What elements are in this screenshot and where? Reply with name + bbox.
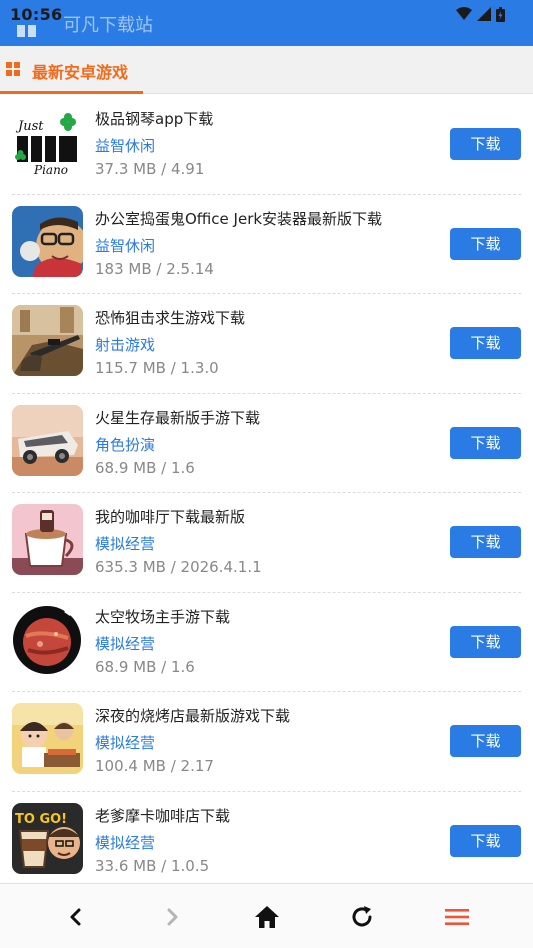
- item-category[interactable]: 模拟经营: [95, 832, 155, 853]
- bbq-shop-app-icon: [12, 703, 83, 774]
- section-underline: [0, 91, 143, 94]
- item-meta: 635.3 MB / 2026.4.1.1: [95, 558, 262, 576]
- app-list: Just Piano 极品钢琴app下载 益智休闲 37.3 MB / 4.91…: [0, 95, 533, 891]
- download-button[interactable]: 下载: [450, 625, 521, 658]
- item-meta: 37.3 MB / 4.91: [95, 160, 205, 178]
- mars-rover-app-icon: [12, 404, 83, 476]
- list-item[interactable]: 恐怖狙击求生游戏下载 射击游戏 115.7 MB / 1.3.0 下载: [0, 294, 533, 394]
- svg-text:TO GO!: TO GO!: [15, 812, 67, 827]
- list-item[interactable]: TO GO! 老爹摩卡咖啡店下载 模拟经营 33.6 MB / 1.0.5 下载: [0, 792, 533, 892]
- svg-text:Just: Just: [15, 119, 44, 134]
- forward-icon[interactable]: [157, 902, 187, 932]
- bottom-nav: [0, 883, 533, 948]
- status-time: 10:56: [10, 5, 63, 24]
- item-meta: 68.9 MB / 1.6: [95, 458, 195, 477]
- item-meta: 33.6 MB / 1.0.5: [95, 856, 210, 875]
- site-home-icon[interactable]: [16, 24, 38, 38]
- planet-app-icon: [12, 603, 83, 675]
- item-category[interactable]: 模拟经营: [95, 732, 155, 753]
- svg-text:Piano: Piano: [33, 163, 68, 177]
- item-title[interactable]: 恐怖狙击求生游戏下载: [95, 307, 245, 328]
- download-button[interactable]: 下载: [450, 725, 521, 757]
- piano-app-icon: Just Piano: [12, 106, 83, 177]
- refresh-icon[interactable]: [347, 902, 377, 932]
- item-meta: 68.9 MB / 1.6: [95, 657, 195, 676]
- download-button[interactable]: 下载: [450, 327, 521, 359]
- signal-icon: [477, 7, 491, 21]
- item-title[interactable]: 我的咖啡厅下载最新版: [95, 506, 245, 527]
- download-button[interactable]: 下载: [450, 824, 521, 857]
- office-jerk-app-icon: [12, 205, 83, 277]
- battery-icon: [496, 6, 505, 22]
- top-bar: 10:56 可凡下载站: [0, 0, 533, 46]
- item-title[interactable]: 火星生存最新版手游下载: [95, 407, 260, 428]
- item-category[interactable]: 模拟经营: [95, 633, 155, 654]
- download-button[interactable]: 下载: [450, 128, 521, 160]
- section-header: 最新安卓游戏: [0, 46, 533, 94]
- item-meta: 183 MB / 2.5.14: [95, 259, 214, 278]
- list-item[interactable]: 我的咖啡厅下载最新版 模拟经营 635.3 MB / 2026.4.1.1 下载: [0, 493, 533, 593]
- back-icon[interactable]: [61, 902, 91, 932]
- list-item[interactable]: 办公室捣蛋鬼Office Jerk安装器最新版下载 益智休闲 183 MB / …: [0, 195, 533, 294]
- item-title[interactable]: 太空牧场主手游下载: [95, 606, 230, 627]
- item-title[interactable]: 办公室捣蛋鬼Office Jerk安装器最新版下载: [95, 208, 382, 229]
- item-category[interactable]: 射击游戏: [95, 334, 155, 355]
- list-item[interactable]: Just Piano 极品钢琴app下载 益智休闲 37.3 MB / 4.91…: [0, 95, 533, 195]
- list-item[interactable]: 深夜的烧烤店最新版游戏下载 模拟经营 100.4 MB / 2.17 下载: [0, 692, 533, 792]
- item-category[interactable]: 益智休闲: [95, 135, 155, 156]
- home-icon[interactable]: [252, 902, 282, 932]
- download-button[interactable]: 下载: [450, 526, 521, 558]
- item-title[interactable]: 深夜的烧烤店最新版游戏下载: [95, 705, 290, 726]
- papa-mocha-app-icon: TO GO!: [12, 802, 83, 874]
- item-category[interactable]: 益智休闲: [95, 235, 155, 256]
- list-item[interactable]: 火星生存最新版手游下载 角色扮演 68.9 MB / 1.6 下载: [0, 394, 533, 493]
- menu-icon[interactable]: [442, 902, 472, 932]
- item-category[interactable]: 角色扮演: [95, 434, 155, 455]
- section-title: 最新安卓游戏: [32, 63, 129, 82]
- grid-icon: [6, 62, 20, 76]
- coffee-cup-app-icon: [12, 504, 83, 575]
- wifi-icon: [456, 7, 472, 20]
- item-meta: 100.4 MB / 2.17: [95, 757, 214, 775]
- sniper-app-icon: [12, 305, 83, 376]
- item-title[interactable]: 老爹摩卡咖啡店下载: [95, 805, 230, 826]
- list-item[interactable]: 太空牧场主手游下载 模拟经营 68.9 MB / 1.6 下载: [0, 593, 533, 692]
- item-category[interactable]: 模拟经营: [95, 533, 155, 554]
- download-button[interactable]: 下载: [450, 227, 521, 260]
- item-title[interactable]: 极品钢琴app下载: [95, 108, 213, 129]
- app-title: 可凡下载站: [63, 15, 153, 36]
- download-button[interactable]: 下载: [450, 426, 521, 459]
- item-meta: 115.7 MB / 1.3.0: [95, 359, 219, 377]
- status-icons: [456, 6, 505, 22]
- page: 10:56 可凡下载站 最新安卓游戏 Just Piano 极品钢琴app下载 …: [0, 0, 533, 948]
